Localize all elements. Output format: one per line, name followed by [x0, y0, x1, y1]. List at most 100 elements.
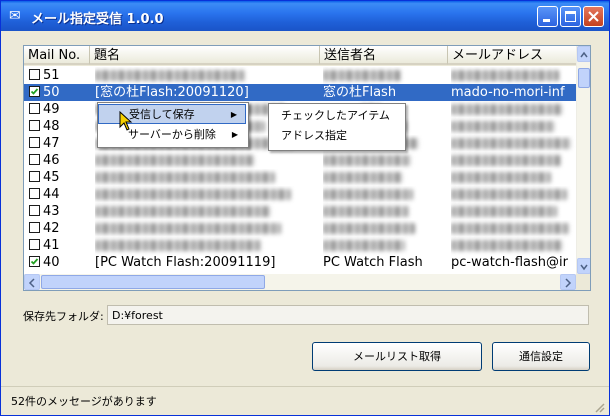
- scroll-down-button[interactable]: [577, 258, 590, 274]
- row-sender: 窓の杜Flash: [323, 85, 397, 100]
- redacted-text: [451, 155, 561, 166]
- redacted-text: [323, 240, 405, 251]
- vertical-scrollbar[interactable]: [576, 46, 590, 274]
- main-window: ✉ メール指定受信 1.0.0 Mail No. 題名 送信者名 メールアドレス…: [0, 0, 610, 416]
- table-row[interactable]: 46: [24, 152, 576, 169]
- chevron-up-icon: [580, 51, 588, 58]
- row-checkbox[interactable]: [29, 103, 40, 114]
- table-row[interactable]: 40 [PC Watch Flash:20091119] PC Watch Flas…: [24, 254, 576, 271]
- app-icon[interactable]: ✉: [9, 8, 25, 24]
- row-sender: PC Watch Flash: [323, 255, 423, 270]
- table-row[interactable]: 41: [24, 237, 576, 254]
- submenu-arrow-icon: ▶: [231, 130, 238, 139]
- submenu: チェックしたアイテム アドレス指定: [268, 103, 406, 151]
- folder-field[interactable]: D:¥forest: [107, 305, 589, 325]
- scroll-left-button[interactable]: [24, 274, 40, 290]
- redacted-text: [323, 223, 415, 234]
- title-bar[interactable]: ✉ メール指定受信 1.0.0: [1, 1, 609, 31]
- row-email: pc-watch-flash@ir: [451, 255, 568, 270]
- row-mail-no: 41: [43, 238, 60, 253]
- row-checkbox[interactable]: [29, 188, 40, 199]
- redacted-text: [95, 172, 275, 183]
- row-subject: [PC Watch Flash:20091119]: [95, 255, 276, 270]
- row-checkbox[interactable]: [29, 256, 40, 267]
- close-button[interactable]: [583, 6, 604, 27]
- redacted-text: [451, 70, 559, 81]
- scroll-right-button[interactable]: [560, 274, 576, 290]
- row-mail-no: 50: [43, 85, 60, 100]
- scroll-up-button[interactable]: [577, 46, 590, 62]
- table-row[interactable]: 43: [24, 203, 576, 220]
- redacted-text: [451, 104, 563, 115]
- redacted-text: [451, 121, 555, 132]
- connection-settings-button[interactable]: 通信設定: [492, 342, 590, 371]
- redacted-text: [323, 172, 403, 183]
- list-header: Mail No. 題名 送信者名 メールアドレス: [24, 46, 590, 66]
- table-row[interactable]: 51: [24, 67, 576, 84]
- table-row[interactable]: 44: [24, 186, 576, 203]
- minimize-icon: [543, 19, 550, 22]
- redacted-text: [451, 206, 557, 217]
- horizontal-scrollbar[interactable]: [24, 274, 576, 290]
- redacted-text: [323, 206, 409, 217]
- status-text: 52件のメッセージがあります: [11, 395, 157, 408]
- vertical-scroll-thumb[interactable]: [578, 68, 590, 88]
- row-checkbox[interactable]: [29, 222, 40, 233]
- row-checkbox[interactable]: [29, 171, 40, 182]
- row-mail-no: 45: [43, 170, 60, 185]
- table-row[interactable]: 50 [窓の杜Flash:20091120] 窓の杜Flash mado-no-mor…: [24, 84, 576, 101]
- column-header-email[interactable]: メールアドレス: [448, 46, 578, 65]
- row-checkbox[interactable]: [29, 239, 40, 250]
- submenu-arrow-icon: ▶: [230, 110, 237, 119]
- redacted-text: [451, 172, 551, 183]
- redacted-text: [451, 223, 569, 234]
- check-icon: [30, 88, 39, 95]
- chevron-left-icon: [28, 278, 35, 288]
- row-mail-no: 49: [43, 102, 60, 117]
- check-icon: [30, 258, 39, 265]
- row-subject: [窓の杜Flash:20091120]: [95, 85, 249, 100]
- column-header-sender[interactable]: 送信者名: [320, 46, 448, 65]
- redacted-text: [323, 189, 413, 200]
- horizontal-scroll-thumb[interactable]: [41, 275, 265, 289]
- redacted-text: [95, 189, 291, 200]
- row-mail-no: 42: [43, 221, 60, 236]
- redacted-text: [95, 206, 271, 217]
- status-bar: 52件のメッセージがあります: [1, 386, 609, 416]
- resize-grip-icon[interactable]: [593, 401, 605, 413]
- fetch-mail-list-button[interactable]: メールリスト取得: [312, 342, 482, 371]
- menu-item-label: 受信して保存: [129, 108, 195, 121]
- redacted-text: [451, 189, 567, 200]
- row-email: mado-no-mori-inf: [451, 85, 565, 100]
- row-checkbox[interactable]: [29, 154, 40, 165]
- row-checkbox[interactable]: [29, 120, 40, 131]
- maximize-icon: [565, 11, 576, 22]
- row-checkbox[interactable]: [29, 69, 40, 80]
- menu-item-label: サーバーから削除: [128, 128, 216, 141]
- redacted-text: [95, 70, 245, 81]
- chevron-right-icon: [565, 278, 572, 288]
- row-checkbox[interactable]: [29, 137, 40, 148]
- redacted-text: [95, 223, 281, 234]
- submenu-item-checked-items[interactable]: チェックしたアイテム: [269, 106, 403, 126]
- row-checkbox[interactable]: [29, 205, 40, 216]
- maximize-button[interactable]: [560, 6, 581, 27]
- mail-list[interactable]: Mail No. 題名 送信者名 メールアドレス 51 50 [窓の杜Flash:2…: [23, 45, 591, 291]
- redacted-text: [95, 155, 255, 166]
- row-mail-no: 40: [43, 255, 60, 270]
- row-mail-no: 51: [43, 68, 60, 83]
- minimize-button[interactable]: [537, 6, 558, 27]
- row-mail-no: 43: [43, 204, 60, 219]
- table-row[interactable]: 45: [24, 169, 576, 186]
- folder-label: 保存先フォルダ:: [23, 310, 104, 323]
- table-row[interactable]: 42: [24, 220, 576, 237]
- row-checkbox[interactable]: [29, 86, 40, 97]
- column-header-subject[interactable]: 題名: [90, 46, 320, 65]
- window-title: メール指定受信 1.0.0: [31, 12, 164, 27]
- column-header-mail-no[interactable]: Mail No.: [24, 46, 90, 65]
- close-icon: [588, 11, 599, 22]
- row-mail-no: 46: [43, 153, 60, 168]
- redacted-text: [451, 240, 563, 251]
- scrollbar-corner: [576, 274, 590, 290]
- submenu-item-address[interactable]: アドレス指定: [269, 126, 403, 146]
